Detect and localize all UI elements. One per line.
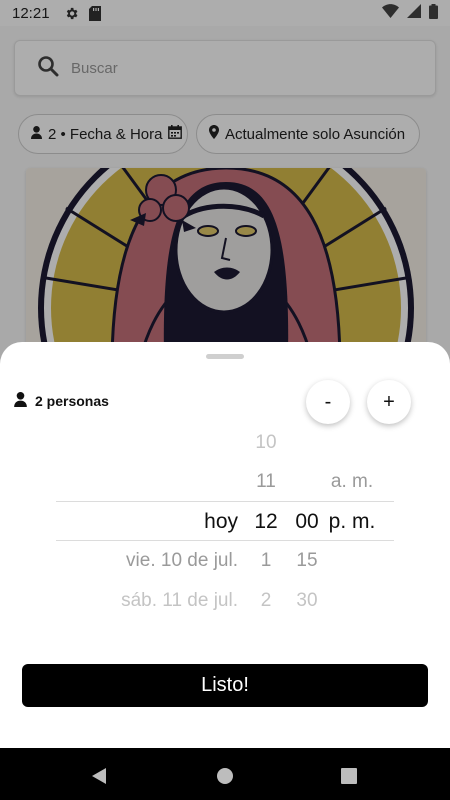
recents-square-icon[interactable]	[337, 764, 361, 788]
ampm-option[interactable]: a. m.	[331, 471, 373, 493]
people-count: 2 personas	[14, 392, 109, 410]
increase-people-button[interactable]: +	[367, 380, 411, 424]
picker-selection-top-line	[56, 501, 394, 502]
minute-option-selected[interactable]: 00	[295, 510, 318, 534]
date-option[interactable]: vie. 10 de jul.	[126, 550, 238, 572]
back-triangle-icon[interactable]	[87, 764, 111, 788]
drag-handle[interactable]	[206, 354, 244, 359]
hour-option[interactable]: 11	[256, 471, 276, 493]
date-option-selected[interactable]: hoy	[204, 510, 238, 534]
system-nav-bar	[0, 748, 450, 800]
hour-option[interactable]: 2	[261, 590, 272, 612]
reservation-bottom-sheet: 2 personas - + hoy vie. 10 de jul. sáb. …	[0, 342, 450, 748]
minute-option[interactable]: 30	[296, 590, 317, 612]
person-icon	[14, 392, 27, 410]
date-option[interactable]: sáb. 11 de jul.	[121, 590, 238, 612]
people-count-label: 2 personas	[35, 393, 109, 409]
done-button[interactable]: Listo!	[22, 664, 428, 707]
hour-option-selected[interactable]: 12	[254, 510, 277, 534]
minute-option[interactable]: 15	[296, 550, 317, 572]
decrease-people-button[interactable]: -	[306, 380, 350, 424]
picker-selection-bottom-line	[56, 540, 394, 541]
datetime-picker[interactable]: hoy vie. 10 de jul. sáb. 11 de jul. 10 1…	[0, 424, 450, 624]
ampm-option-selected[interactable]: p. m.	[329, 510, 376, 534]
hour-option[interactable]: 10	[255, 432, 276, 454]
home-circle-icon[interactable]	[213, 764, 237, 788]
hour-option[interactable]: 1	[261, 550, 272, 572]
